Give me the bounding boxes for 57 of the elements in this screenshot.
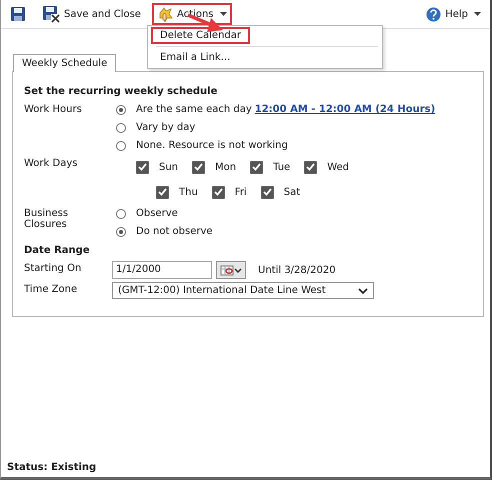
check-icon (252, 163, 262, 171)
check-icon (138, 163, 147, 171)
until-date: Until 3/28/2020 (258, 264, 336, 276)
save-icon (10, 6, 26, 22)
radio-button[interactable] (116, 140, 126, 150)
status-text: Status: Existing (6, 462, 98, 475)
radio-button[interactable] (116, 122, 126, 132)
option-label: None. Resource is not working (136, 140, 288, 151)
help-button[interactable]: Help (421, 4, 486, 24)
field-label: Time Zone (24, 283, 78, 297)
option-label: Do not observe (136, 226, 213, 237)
option-label: Vary by day (136, 122, 196, 133)
day-label: Mon (215, 162, 236, 172)
field-label: Work Hours (24, 103, 83, 117)
radio-button[interactable] (116, 226, 126, 236)
help-icon (426, 6, 442, 22)
chevron-down-icon (358, 288, 368, 294)
day-label: Tue (273, 162, 290, 172)
save-close-icon (42, 5, 60, 23)
radio-button[interactable] (116, 208, 126, 218)
day-label: Fri (234, 186, 247, 198)
tab[interactable]: Weekly Schedule (13, 54, 116, 72)
field-label: Starting On (24, 262, 82, 276)
checkbox[interactable] (260, 186, 274, 198)
option-label: Observe (136, 208, 178, 219)
check-icon (306, 163, 316, 171)
section-heading: Set the recurring weekly schedule (24, 86, 218, 97)
section-heading: Date Range (24, 245, 91, 256)
checkbox[interactable] (192, 160, 206, 174)
day-label: Thu (179, 186, 198, 198)
save-and-close-button[interactable]: Save and Close (37, 2, 146, 26)
checkbox[interactable] (212, 186, 225, 198)
date-field[interactable]: 1/1/2000 (112, 261, 212, 279)
day-label: Sat (284, 186, 300, 198)
check-icon (214, 188, 223, 196)
field-label: Work Days (24, 157, 78, 171)
hand-sparkle-icon (156, 6, 173, 22)
menu-item[interactable]: Delete Calendar (151, 27, 250, 44)
check-icon (262, 188, 272, 196)
calendar-button[interactable] (216, 261, 246, 279)
check-icon (194, 163, 204, 171)
menu-item[interactable]: Email a Link... (151, 49, 240, 66)
time-zone-select[interactable]: (GMT-12:00) International Date Line West (112, 282, 374, 299)
calendar-icon (220, 264, 242, 276)
caret-icon (474, 12, 481, 16)
checkbox[interactable] (136, 160, 149, 174)
day-label: Sun (159, 162, 178, 172)
day-label: Wed (327, 162, 350, 172)
checkbox[interactable] (304, 160, 318, 174)
hours-link[interactable]: 12:00 AM - 12:00 AM (24 Hours) (254, 104, 436, 115)
check-icon (158, 188, 167, 196)
checkbox[interactable] (156, 186, 169, 198)
radio-button[interactable] (116, 104, 126, 114)
caret-icon (220, 12, 226, 16)
field-label: Business Closures (24, 207, 70, 232)
checkbox[interactable] (250, 160, 264, 174)
option-label: Are the same each day (136, 104, 252, 115)
